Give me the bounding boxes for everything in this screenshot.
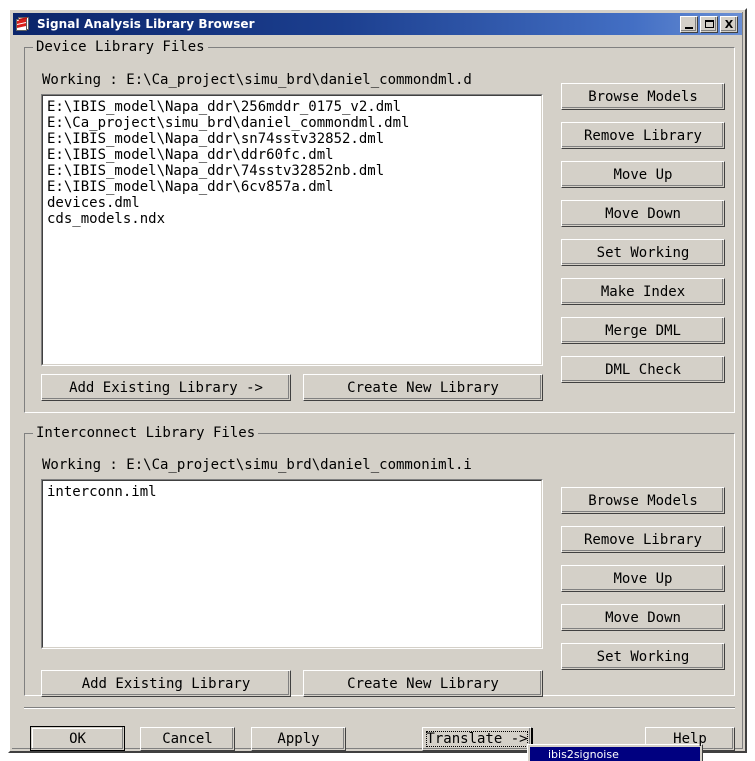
library-browser-window: Signal Analysis Library Browser X Device… xyxy=(8,8,747,753)
list-item[interactable]: E:\Ca_project\simu_brd\daniel_commondml.… xyxy=(47,115,541,131)
title-bar[interactable]: Signal Analysis Library Browser X xyxy=(13,13,742,35)
ok-button[interactable]: OK xyxy=(30,726,125,751)
button-label: Move Up xyxy=(613,570,673,587)
device-file-listbox[interactable]: E:\IBIS_model\Napa_ddr\256mddr_0175_v2.d… xyxy=(41,94,543,366)
button-label: Help xyxy=(673,731,707,747)
interconnect-file-listbox[interactable]: interconn.iml xyxy=(41,479,543,649)
device-create-new-library-button[interactable]: Create New Library xyxy=(303,374,543,401)
button-label: Set Working xyxy=(596,244,690,261)
apply-button[interactable]: Apply xyxy=(251,727,346,751)
close-button[interactable]: X xyxy=(720,15,738,33)
button-label: Move Up xyxy=(613,166,673,183)
button-label: Add Existing Library -> xyxy=(69,379,263,396)
translate-button[interactable]: Translate -> xyxy=(422,727,532,751)
interconnect-group-legend: Interconnect Library Files xyxy=(33,425,259,441)
list-item[interactable]: cds_models.ndx xyxy=(47,211,541,227)
button-label: Remove Library xyxy=(583,127,702,144)
interconnect-move-down-button[interactable]: Move Down xyxy=(561,604,725,631)
button-label: Apply xyxy=(277,731,320,747)
button-label: Merge DML xyxy=(605,322,681,339)
button-label: Add Existing Library xyxy=(81,675,251,692)
list-item[interactable]: E:\IBIS_model\Napa_ddr\sn74sstv32852.dml xyxy=(47,131,541,147)
interconnect-add-existing-library-button[interactable]: Add Existing Library xyxy=(41,670,291,697)
button-label: Translate -> xyxy=(426,731,528,747)
cancel-button[interactable]: Cancel xyxy=(140,727,235,751)
button-label: Create New Library xyxy=(347,379,499,396)
button-label: Browse Models xyxy=(588,88,698,105)
library-document-icon xyxy=(16,16,32,32)
button-label: Cancel xyxy=(162,731,213,747)
interconnect-working-path: Working : E:\Ca_project\simu_brd\daniel_… xyxy=(42,457,472,473)
list-item[interactable]: devices.dml xyxy=(47,195,541,211)
list-item[interactable]: E:\IBIS_model\Napa_ddr\74sstv32852nb.dml xyxy=(47,163,541,179)
device-merge-dml-button[interactable]: Merge DML xyxy=(561,317,725,344)
minimize-button[interactable] xyxy=(680,15,698,33)
interconnect-create-new-library-button[interactable]: Create New Library xyxy=(303,670,543,697)
device-dml-check-button[interactable]: DML Check xyxy=(561,356,725,383)
device-working-path: Working : E:\Ca_project\simu_brd\daniel_… xyxy=(42,72,472,88)
button-label: Create New Library xyxy=(347,675,499,692)
device-remove-library-button[interactable]: Remove Library xyxy=(561,122,725,149)
button-label: Browse Models xyxy=(588,492,698,509)
button-label: Move Down xyxy=(605,609,681,626)
list-item[interactable]: E:\IBIS_model\Napa_ddr\ddr60fc.dml xyxy=(47,147,541,163)
device-make-index-button[interactable]: Make Index xyxy=(561,278,725,305)
window-controls: X xyxy=(680,15,738,33)
footer-separator xyxy=(24,707,735,709)
device-move-up-button[interactable]: Move Up xyxy=(561,161,725,188)
button-label: Set Working xyxy=(596,648,690,665)
interconnect-set-working-button[interactable]: Set Working xyxy=(561,643,725,670)
button-label: OK xyxy=(69,730,86,747)
button-label: Remove Library xyxy=(583,531,702,548)
device-browse-models-button[interactable]: Browse Models xyxy=(561,83,725,110)
button-label: DML Check xyxy=(605,361,681,378)
list-item[interactable]: interconn.iml xyxy=(47,484,541,500)
device-add-existing-library-button[interactable]: Add Existing Library -> xyxy=(41,374,291,401)
device-group-legend: Device Library Files xyxy=(33,39,208,55)
button-label: Move Down xyxy=(605,205,681,222)
interconnect-move-up-button[interactable]: Move Up xyxy=(561,565,725,592)
interconnect-browse-models-button[interactable]: Browse Models xyxy=(561,487,725,514)
button-label: Make Index xyxy=(600,283,686,300)
device-move-down-button[interactable]: Move Down xyxy=(561,200,725,227)
window-title: Signal Analysis Library Browser xyxy=(37,17,255,31)
device-set-working-button[interactable]: Set Working xyxy=(561,239,725,266)
list-item[interactable]: E:\IBIS_model\Napa_ddr\6cv857a.dml xyxy=(47,179,541,195)
list-item[interactable]: E:\IBIS_model\Napa_ddr\256mddr_0175_v2.d… xyxy=(47,99,541,115)
menu-item-ibis2signoise[interactable]: ibis2signoise xyxy=(530,747,700,761)
close-icon: X xyxy=(724,17,734,31)
interconnect-remove-library-button[interactable]: Remove Library xyxy=(561,526,725,553)
maximize-button[interactable] xyxy=(700,15,718,33)
